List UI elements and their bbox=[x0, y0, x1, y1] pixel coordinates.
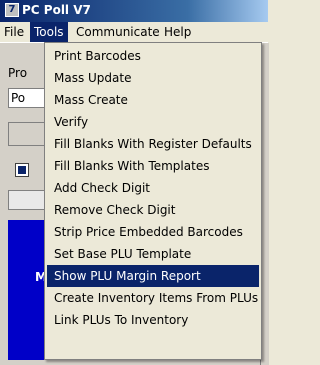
background-panel bbox=[8, 122, 48, 146]
app-icon: 7 bbox=[5, 3, 19, 17]
menu-item-fill-blanks-register-defaults[interactable]: Fill Blanks With Register Defaults bbox=[47, 133, 259, 155]
title-bar[interactable]: 7 PC Poll V7 bbox=[0, 0, 268, 22]
background-row bbox=[8, 190, 48, 210]
tools-dropdown-menu: Print Barcodes Mass Update Mass Create V… bbox=[44, 42, 262, 360]
menu-item-print-barcodes[interactable]: Print Barcodes bbox=[47, 45, 259, 67]
window-title: PC Poll V7 bbox=[22, 3, 91, 17]
menu-item-mass-create[interactable]: Mass Create bbox=[47, 89, 259, 111]
menu-item-show-plu-margin-report[interactable]: Show PLU Margin Report bbox=[47, 265, 259, 287]
menu-item-create-inventory-items-from-plus[interactable]: Create Inventory Items From PLUs bbox=[47, 287, 259, 309]
menu-item-remove-check-digit[interactable]: Remove Check Digit bbox=[47, 199, 259, 221]
menu-item-add-check-digit[interactable]: Add Check Digit bbox=[47, 177, 259, 199]
menu-item-set-base-plu-template[interactable]: Set Base PLU Template bbox=[47, 243, 259, 265]
menu-bar: File Tools Communicate Help bbox=[0, 22, 268, 43]
menu-item-strip-price-embedded-barcodes[interactable]: Strip Price Embedded Barcodes bbox=[47, 221, 259, 243]
background-label: Pro bbox=[8, 66, 28, 80]
menu-item-verify[interactable]: Verify bbox=[47, 111, 259, 133]
menu-file[interactable]: File bbox=[0, 22, 28, 42]
background-input[interactable]: Po bbox=[8, 88, 48, 108]
menu-tools[interactable]: Tools bbox=[30, 22, 68, 42]
menu-item-fill-blanks-templates[interactable]: Fill Blanks With Templates bbox=[47, 155, 259, 177]
blue-panel bbox=[8, 220, 48, 360]
menu-communicate[interactable]: Communicate bbox=[72, 22, 164, 42]
menu-item-link-plus-to-inventory[interactable]: Link PLUs To Inventory bbox=[47, 309, 259, 331]
background-checkbox[interactable] bbox=[15, 163, 29, 177]
menu-item-mass-update[interactable]: Mass Update bbox=[47, 67, 259, 89]
menu-help[interactable]: Help bbox=[160, 22, 195, 42]
